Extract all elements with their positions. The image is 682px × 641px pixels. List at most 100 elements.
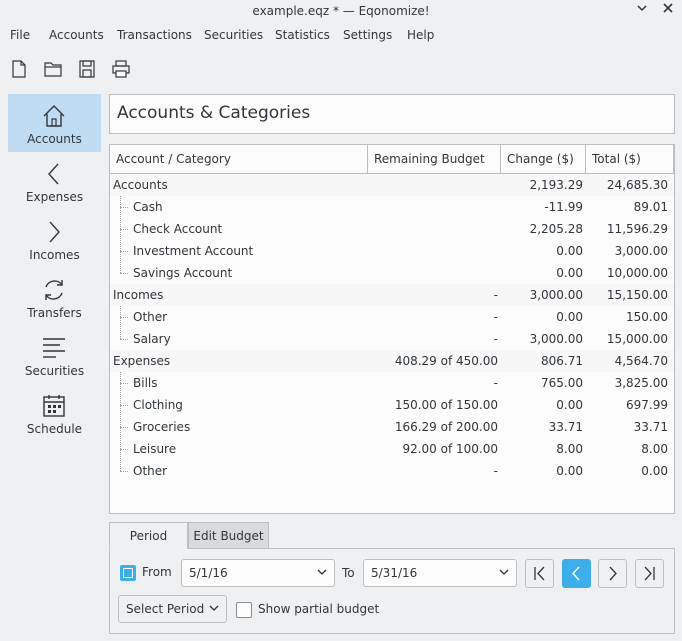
cell-total: 4,564.70: [614, 354, 668, 368]
from-label: From: [142, 565, 172, 579]
select-period-button[interactable]: Select Period: [118, 595, 227, 623]
cell-name: Accounts: [113, 178, 168, 192]
cell-change: 0.00: [556, 398, 583, 412]
column-header-total[interactable]: Total ($): [586, 145, 674, 174]
from-date-value: 5/1/16: [189, 566, 228, 580]
table-row[interactable]: Savings Account 0.00 10,000.00: [110, 262, 674, 284]
cell-change: 3,000.00: [529, 332, 583, 346]
cell-total: 24,685.30: [606, 178, 668, 192]
window-title: example.eqz * — Eqonomize!: [252, 4, 430, 18]
sidebar-item-transfers[interactable]: Transfers: [8, 268, 101, 326]
menu-file[interactable]: File: [10, 24, 30, 46]
cell-name: Investment Account: [133, 244, 254, 258]
table-group-row[interactable]: Accounts 2,193.29 24,685.30: [110, 174, 674, 196]
tree-connector: [120, 427, 128, 428]
sidebar: Accounts Expenses Incomes Transfers Secu…: [8, 94, 101, 444]
menu-accounts[interactable]: Accounts: [49, 24, 104, 46]
new-file-button[interactable]: [8, 58, 30, 80]
tab-period[interactable]: Period: [109, 522, 188, 549]
cell-total: 10,000.00: [606, 266, 668, 280]
cell-change: 8.00: [556, 442, 583, 456]
chevron-down-icon: [499, 569, 509, 575]
table-row[interactable]: Other - 0.00 0.00: [110, 460, 674, 482]
chevron-down-icon: [317, 569, 327, 575]
cell-change: -11.99: [544, 200, 583, 214]
cell-change: 2,205.28: [529, 222, 583, 236]
cell-total: 89.01: [633, 200, 668, 214]
checkbox-check: [124, 569, 132, 577]
column-header-budget[interactable]: Remaining Budget ($): [368, 145, 501, 195]
open-file-button[interactable]: [42, 58, 64, 80]
chevron-left-icon: [48, 163, 59, 185]
chevron-left-icon: [572, 566, 580, 581]
tree-connector: [120, 317, 128, 318]
tree-connector: [120, 207, 128, 208]
sidebar-item-incomes[interactable]: Incomes: [8, 210, 101, 268]
select-period-label: Select Period: [126, 602, 205, 616]
sidebar-item-expenses[interactable]: Expenses: [8, 152, 101, 210]
table-row[interactable]: Groceries 166.29 of 200.00 33.71 33.71: [110, 416, 674, 438]
table-group-row[interactable]: Incomes - 3,000.00 15,150.00: [110, 284, 674, 306]
title-bar: example.eqz * — Eqonomize!: [0, 0, 682, 22]
column-header-change[interactable]: Change ($): [501, 145, 586, 174]
cell-total: 3,825.00: [614, 376, 668, 390]
cell-budget: [368, 196, 498, 218]
menu-settings[interactable]: Settings: [343, 24, 392, 46]
next-period-button[interactable]: [598, 559, 627, 588]
previous-period-button[interactable]: [562, 559, 591, 588]
menu-help[interactable]: Help: [407, 24, 434, 46]
sidebar-item-accounts[interactable]: Accounts: [8, 94, 101, 152]
table-row[interactable]: Investment Account 0.00 3,000.00: [110, 240, 674, 262]
save-icon: [79, 60, 95, 78]
cell-name: Clothing: [133, 398, 183, 412]
print-icon: [112, 60, 130, 78]
tab-edit-budget[interactable]: Edit Budget: [188, 522, 269, 549]
minimize-icon: [637, 5, 647, 12]
sidebar-item-securities[interactable]: Securities: [8, 326, 101, 384]
partial-budget-checkbox[interactable]: [236, 602, 252, 618]
sidebar-item-label: Accounts: [27, 132, 82, 146]
close-button[interactable]: [660, 0, 676, 22]
first-period-button[interactable]: [525, 559, 554, 588]
sidebar-item-label: Securities: [24, 364, 85, 378]
table-row[interactable]: Clothing 150.00 of 150.00 0.00 697.99: [110, 394, 674, 416]
table-row[interactable]: Salary - 3,000.00 15,000.00: [110, 328, 674, 350]
last-period-button[interactable]: [635, 559, 664, 588]
partial-budget-label: Show partial budget: [258, 602, 380, 616]
table-group-row[interactable]: Expenses 408.29 of 450.00 806.71 4,564.70: [110, 350, 674, 372]
calendar-icon: [43, 395, 65, 417]
table-row[interactable]: Bills - 765.00 3,825.00: [110, 372, 674, 394]
last-icon: [644, 566, 655, 581]
menu-transactions[interactable]: Transactions: [117, 24, 192, 46]
cell-name: Other: [133, 310, 168, 324]
print-button[interactable]: [110, 58, 132, 80]
table-row[interactable]: Cash -11.99 89.01: [110, 196, 674, 218]
to-label: To: [342, 566, 355, 580]
sidebar-item-schedule[interactable]: Schedule: [8, 384, 101, 442]
cell-name: Expenses: [113, 354, 171, 368]
table-row[interactable]: Check Account 2,205.28 11,596.29: [110, 218, 674, 240]
tree-connector: [120, 383, 128, 384]
from-checkbox[interactable]: [120, 565, 136, 581]
table-row[interactable]: Other - 0.00 150.00: [110, 306, 674, 328]
cell-change: 33.71: [548, 420, 583, 434]
cell-budget: [368, 218, 498, 240]
cell-total: 15,150.00: [606, 288, 668, 302]
cell-budget: [368, 174, 498, 196]
cell-change: 0.00: [556, 464, 583, 478]
column-header-name[interactable]: Account / Category: [110, 145, 368, 174]
chevron-down-icon: [209, 605, 219, 611]
cell-budget: 150.00 of 150.00: [394, 398, 498, 412]
save-file-button[interactable]: [76, 58, 98, 80]
first-icon: [534, 566, 545, 581]
minimize-button[interactable]: [634, 0, 650, 22]
to-date-combo[interactable]: 5/31/16: [363, 559, 517, 587]
from-date-combo[interactable]: 5/1/16: [181, 559, 335, 587]
cell-budget: [368, 240, 498, 262]
close-icon: [663, 3, 673, 13]
cell-budget: -: [493, 310, 498, 324]
menu-securities[interactable]: Securities: [204, 24, 263, 46]
table-row[interactable]: Leisure 92.00 of 100.00 8.00 8.00: [110, 438, 674, 460]
accounts-tree[interactable]: Account / Category Remaining Budget ($) …: [109, 144, 675, 514]
menu-statistics[interactable]: Statistics: [275, 24, 330, 46]
